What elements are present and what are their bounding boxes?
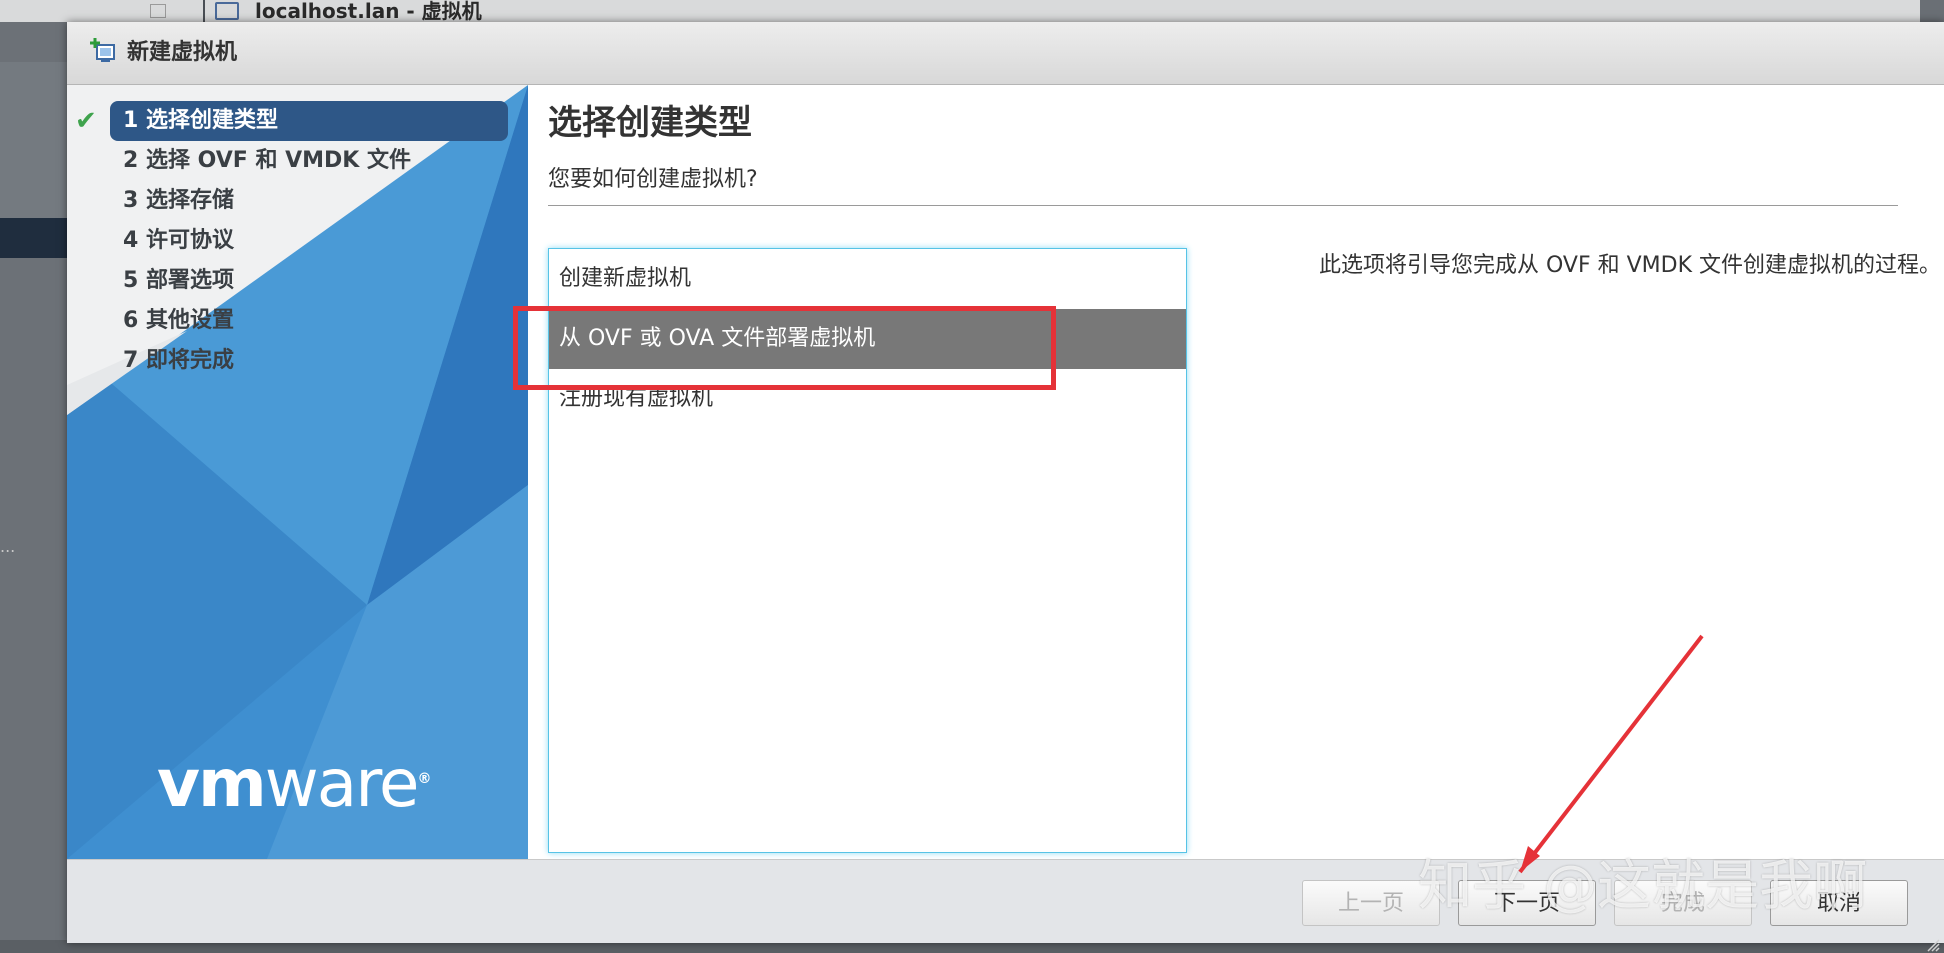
resize-grip-icon[interactable]	[1926, 938, 1940, 952]
watermark: 知乎 @这就是我啊	[1418, 854, 1868, 917]
arrow-annotation	[1518, 634, 1704, 874]
